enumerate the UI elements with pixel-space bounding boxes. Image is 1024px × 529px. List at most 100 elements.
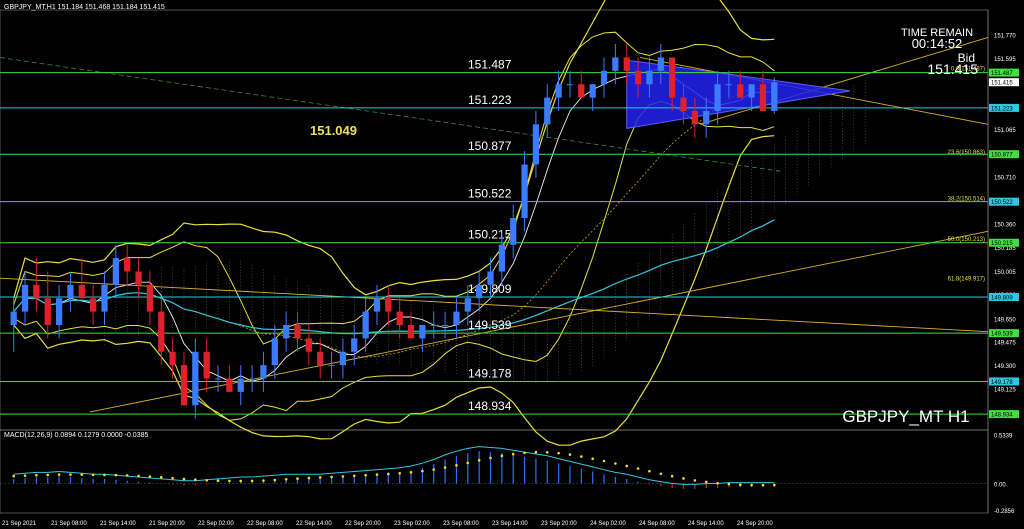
macd-signal-dot [455,464,458,467]
candle-body [680,97,687,111]
time-tick: 24 Sep 08:00 [639,521,675,527]
candle-body [271,338,278,366]
macd-signal-dot [648,469,651,473]
price-tick: 150.710 [994,176,1016,182]
level-label: 149.539 [468,318,512,332]
candle-body [373,298,381,312]
macd-signal-dot [727,482,731,486]
candle-body [703,110,710,125]
candle-body [578,84,585,98]
macd-signal-dot [364,473,367,477]
candle-body [498,244,505,272]
candle-body [180,365,188,406]
macd-signal-dot [670,474,674,478]
macd-signal-dot [568,453,572,456]
candle-body [362,311,369,339]
candle-body [759,84,767,111]
candle-body [294,325,301,339]
macd-signal-dot [523,451,526,455]
level-axis-label: 149.809 [991,296,1013,302]
price-tick: 151.770 [994,34,1016,40]
candle-body [192,351,199,406]
macd-signal-dot [171,476,174,480]
macd-signal-dot [591,457,594,460]
macd-signal-dot [534,450,538,454]
candle-body [669,57,676,98]
time-tick: 24 Sep 02:00 [590,521,626,527]
macd-signal-dot [182,477,186,481]
candle-body [566,84,574,86]
macd-signal-dot [262,479,265,482]
macd-signal-dot [716,481,719,485]
candle-body [419,325,426,339]
level-axis-label: 150.877 [991,153,1013,159]
time-tick: 22 Sep 14:00 [296,521,332,527]
macd-signal-dot [91,473,95,477]
time-tick: 21 Sep 08:00 [51,521,87,527]
candle-body [124,258,131,272]
candle-body [589,84,596,98]
macd-label: MACD(12,26,9) 0.0894 0.1279 0.0000 -0.03… [4,432,148,439]
candle-body [203,351,210,379]
macd-signal-dot [466,461,470,465]
candle-body [476,284,483,299]
candle-body [453,311,460,326]
macd-signal-dot [125,474,129,477]
candle-body [135,271,142,285]
macd-signal-dot [284,477,288,481]
macd-signal-dot [682,477,685,480]
candle-body [691,110,698,125]
candle-body [612,57,619,71]
chart-header: GBPJPY_MT,H1 151.184 151.468 151.184 151… [4,4,165,11]
candle-body [248,378,256,380]
macd-signal-dot [148,475,152,478]
macd-signal-dot [443,466,447,469]
macd-signal-dot [432,468,436,471]
macd-signal-dot [137,474,140,478]
candle-body [112,258,119,285]
macd-signal-dot [114,473,118,477]
time-tick: 23 Sep 02:00 [394,521,430,527]
time-tick: 21 Sep 20:00 [149,521,185,527]
candle-body [55,298,63,326]
macd-signal-dot [250,479,254,483]
macd-signal-dot [296,477,299,480]
level-axis-label: 148.934 [991,413,1013,419]
macd-signal-dot [773,483,776,487]
macd-signal-dot [398,471,401,475]
candle-body [237,378,244,392]
macd-signal-dot [57,473,61,476]
fib-label: 23.6(150.863) [948,150,985,156]
macd-signal-dot [636,467,640,470]
macd-signal-dot [341,475,345,478]
candle-body [714,84,721,111]
price-annotation: 151.049 [310,123,357,138]
time-tick: 22 Sep 08:00 [247,521,283,527]
level-axis-label: 149.539 [991,332,1013,338]
macd-signal-dot [693,479,697,482]
time-tick: 23 Sep 20:00 [541,521,577,527]
price-tick: 150.005 [994,270,1016,276]
candle-body [169,351,176,366]
macd-signal-dot [625,464,629,468]
macd-tick: 0.5339 [994,433,1013,439]
level-label: 150.215 [468,228,512,242]
level-label: 150.877 [468,139,512,153]
macd-signal-dot [511,452,515,456]
price-chart[interactable]: 151.487 151.223 150.877 150.522 150.215 149.8… [0,0,1024,529]
macd-signal-dot [545,451,549,454]
level-label: 151.487 [468,58,512,72]
candle-body [521,164,528,218]
candle-body [555,84,562,98]
macd-signal-dot [387,472,390,476]
price-tick: 149.475 [994,341,1016,347]
price-tick: 150.360 [994,222,1016,228]
macd-signal-dot [318,476,322,479]
price-tick: 149.650 [994,317,1016,323]
macd-signal-dot [205,479,208,482]
candle-body [748,84,755,98]
macd-tick: 0.00 [994,482,1006,488]
candle-body [407,325,415,339]
time-tick: 23 Sep 14:00 [492,521,528,527]
level-label: 150.522 [468,187,512,201]
